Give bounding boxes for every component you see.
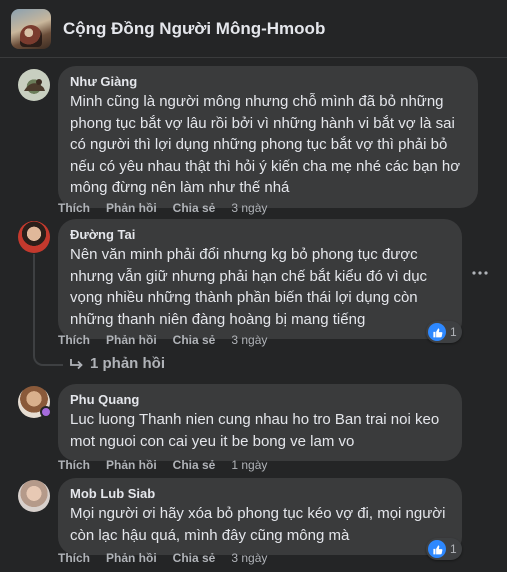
reaction-count[interactable]: 1 [426, 538, 462, 560]
badge-icon [40, 406, 52, 418]
comment-bubble: Mob Lub Siab Mọi người ơi hãy xóa bỏ pho… [58, 478, 462, 556]
comment-text: Mọi người ơi hãy xóa bỏ phong tục kéo vợ… [70, 505, 446, 544]
comment-author[interactable]: Phu Quang [70, 392, 450, 408]
reaction-number: 1 [450, 325, 457, 339]
reply-button[interactable]: Phản hồi [106, 201, 157, 215]
comment: Phu Quang Luc luong Thanh nien cung nhau… [18, 384, 498, 464]
group-avatar[interactable] [11, 8, 51, 49]
like-button[interactable]: Thích [58, 333, 90, 347]
share-button[interactable]: Chia sẻ [173, 333, 216, 347]
share-button[interactable]: Chia sẻ [173, 201, 216, 215]
reply-button[interactable]: Phản hồi [106, 458, 157, 472]
reaction-count[interactable]: 1 [426, 321, 462, 343]
share-button[interactable]: Chia sẻ [173, 551, 216, 565]
comment-bubble: Phu Quang Luc luong Thanh nien cung nhau… [58, 384, 462, 462]
replies-count[interactable]: 1 phản hồi [90, 355, 165, 372]
comment-author[interactable]: Như Giàng [70, 74, 466, 90]
comment-text: Nên văn minh phải đổi nhưng kg bỏ phong … [70, 246, 428, 328]
thumbs-up-icon [428, 323, 446, 341]
comment-text: Minh cũng là người mông nhưng chỗ mình đ… [70, 93, 461, 197]
reply-button[interactable]: Phản hồi [106, 333, 157, 347]
comment-actions: Thích Phản hồi Chia sẻ 3 ngày [58, 201, 267, 215]
like-button[interactable]: Thích [58, 201, 90, 215]
like-button[interactable]: Thích [58, 458, 90, 472]
timestamp[interactable]: 1 ngày [231, 458, 267, 472]
comment-author[interactable]: Đường Tai [70, 227, 450, 243]
reply-button[interactable]: Phản hồi [106, 551, 157, 565]
comment: Đường Tai Nên văn minh phải đổi nhưng kg… [18, 219, 498, 343]
avatar[interactable] [18, 480, 50, 512]
reaction-number: 1 [450, 542, 457, 556]
comment-bubble: Như Giàng Minh cũng là người mông nhưng … [58, 66, 478, 208]
more-options-icon[interactable] [468, 261, 492, 285]
avatar[interactable] [18, 221, 50, 253]
comment-actions: Thích Phản hồi Chia sẻ 1 ngày [58, 458, 267, 472]
view-replies-link[interactable]: 1 phản hồi [70, 355, 165, 372]
timestamp[interactable]: 3 ngày [231, 551, 267, 565]
comment-text: Luc luong Thanh nien cung nhau ho tro Ba… [70, 411, 440, 450]
thumbs-up-icon [428, 540, 446, 558]
group-header: Cộng Đồng Người Mông-Hmoob [0, 0, 507, 58]
comment-author[interactable]: Mob Lub Siab [70, 486, 450, 502]
timestamp[interactable]: 3 ngày [231, 201, 267, 215]
timestamp[interactable]: 3 ngày [231, 333, 267, 347]
avatar[interactable] [18, 69, 50, 101]
thread-curve [33, 352, 63, 366]
comment-bubble: Đường Tai Nên văn minh phải đổi nhưng kg… [58, 219, 462, 340]
comment-feed: Như Giàng Minh cũng là người mông nhưng … [0, 58, 507, 572]
share-button[interactable]: Chia sẻ [173, 458, 216, 472]
reply-arrow-icon [70, 358, 83, 369]
comment-actions: Thích Phản hồi Chia sẻ 3 ngày [58, 333, 267, 347]
group-title[interactable]: Cộng Đồng Người Mông-Hmoob [63, 19, 325, 39]
like-button[interactable]: Thích [58, 551, 90, 565]
comment-actions: Thích Phản hồi Chia sẻ 3 ngày [58, 551, 267, 565]
